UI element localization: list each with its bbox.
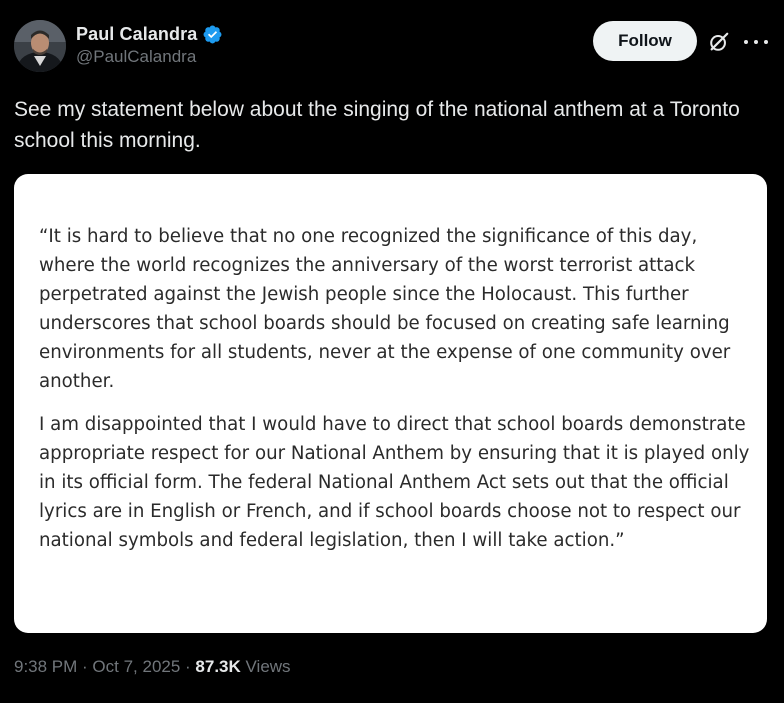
views-count: 87.3K — [195, 657, 241, 676]
tweet-header: Paul Calandra @PaulCalandra Follow — [14, 20, 770, 74]
tweet-meta: 9:38 PM · Oct 7, 2025 · 87.3K Views — [14, 657, 291, 677]
tweet-date[interactable]: Oct 7, 2025 — [92, 657, 180, 677]
display-name-row: Paul Calandra — [76, 22, 223, 46]
avatar[interactable] — [14, 20, 66, 72]
display-name[interactable]: Paul Calandra — [76, 24, 197, 45]
tweet-time[interactable]: 9:38 PM — [14, 657, 77, 677]
verified-badge-icon — [203, 25, 222, 43]
more-options-icon[interactable] — [744, 31, 768, 53]
more-dot — [744, 40, 748, 44]
author-info: Paul Calandra @PaulCalandra — [76, 22, 223, 67]
grok-icon[interactable] — [708, 31, 730, 53]
author-handle[interactable]: @PaulCalandra — [76, 47, 223, 67]
meta-separator: · — [180, 657, 196, 676]
more-dot — [764, 40, 768, 44]
statement-paragraph-1: “It is hard to believe that no one recog… — [39, 226, 731, 392]
follow-button[interactable]: Follow — [593, 21, 697, 61]
more-dot — [754, 40, 758, 44]
views-label: Views — [240, 657, 291, 676]
tweet-text: See my statement below about the singing… — [14, 98, 740, 152]
statement-paragraph-2: I am disappointed that I would have to d… — [39, 414, 750, 551]
meta-separator: · — [77, 657, 93, 676]
statement-text: “It is hard to believe that no one recog… — [39, 222, 751, 569]
attached-statement-image[interactable]: “It is hard to believe that no one recog… — [14, 174, 767, 633]
avatar-image — [14, 20, 66, 72]
